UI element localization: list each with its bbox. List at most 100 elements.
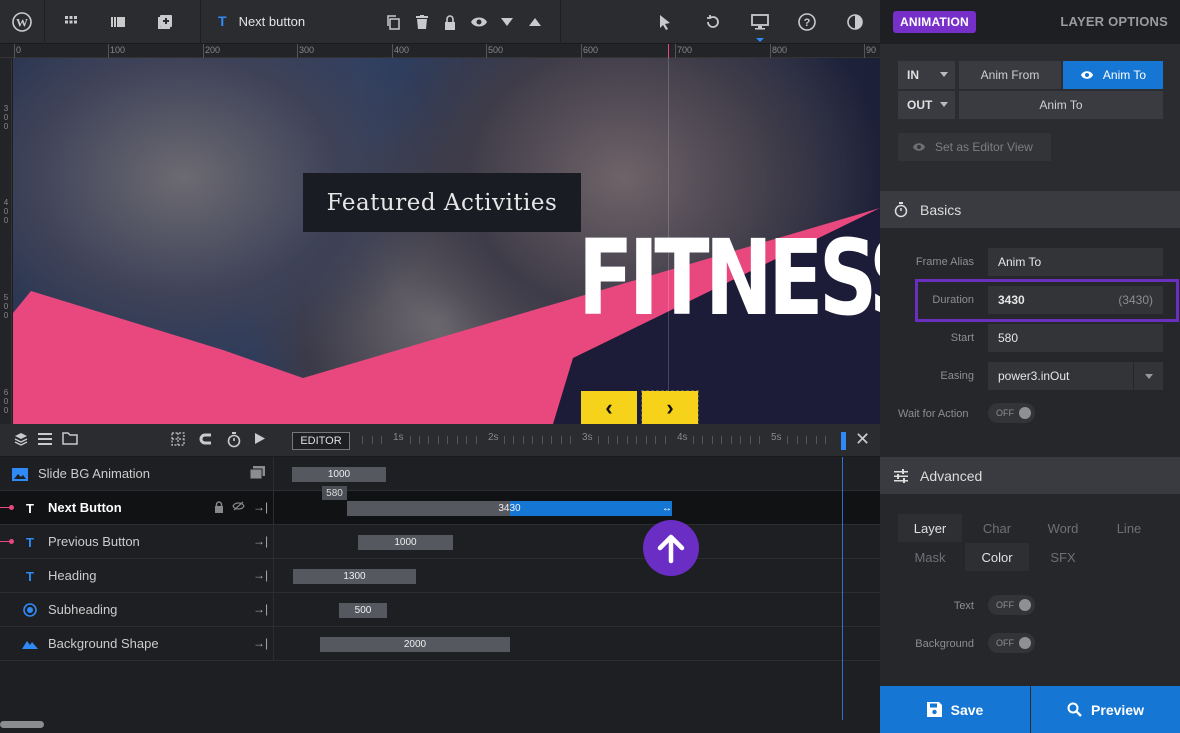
time-mark: 1s (393, 432, 404, 443)
easing-value: power3.inOut (998, 369, 1070, 383)
timeline-playhead[interactable] (842, 457, 843, 720)
basics-title: Basics (920, 201, 962, 218)
out-anim-to-button[interactable]: Anim To (959, 91, 1163, 119)
slide-canvas[interactable]: Featured Activities FITNESS ‹ › (13, 58, 880, 424)
horizontal-scrollbar[interactable] (0, 721, 44, 728)
stopwatch-icon[interactable] (227, 432, 241, 451)
chip-word[interactable]: Word (1031, 514, 1095, 542)
end-marker-icon[interactable]: →| (253, 534, 268, 548)
save-disk-icon (926, 702, 942, 717)
grid-snap-icon[interactable] (171, 432, 185, 449)
heading-layer[interactable]: FITNESS (578, 226, 880, 330)
eye-icon (913, 143, 925, 151)
basics-section-header[interactable]: Basics (880, 191, 1180, 228)
timeline-bar-selected[interactable]: 3430 (347, 501, 672, 516)
list-icon[interactable] (38, 432, 52, 448)
grid-icon[interactable] (56, 0, 86, 44)
lock-icon[interactable] (438, 0, 462, 44)
next-button-layer[interactable]: › (641, 390, 699, 424)
in-dropdown[interactable]: IN (898, 61, 955, 89)
timeline-bar[interactable]: 1000 (292, 467, 386, 482)
folder-icon[interactable] (62, 432, 78, 448)
visibility-eye-icon[interactable] (466, 0, 492, 44)
timeline-end-marker[interactable] (841, 432, 846, 450)
timeline-row-next-button[interactable]: T Next Button →| 3430 ↔ (0, 491, 880, 525)
selected-layer-name[interactable]: T Next button (218, 13, 305, 29)
delete-icon[interactable] (410, 0, 434, 44)
contrast-icon[interactable] (842, 0, 868, 44)
start-input[interactable]: 580 (988, 324, 1163, 352)
start-label: Start (950, 332, 974, 344)
tab-animation[interactable]: ANIMATION (893, 11, 976, 33)
frame-alias-input[interactable]: Anim To (988, 248, 1163, 276)
start-value: 580 (998, 331, 1019, 345)
previous-button-layer[interactable]: ‹ (581, 391, 637, 424)
eye-icon (1080, 71, 1093, 79)
move-up-icon[interactable] (524, 0, 546, 44)
chip-sfx[interactable]: SFX (1031, 543, 1095, 571)
out-dropdown[interactable]: OUT (898, 91, 955, 119)
chip-color[interactable]: Color (965, 543, 1029, 571)
text-toggle[interactable]: OFF (988, 595, 1035, 615)
timeline-bar[interactable]: 1000 (358, 535, 453, 550)
end-marker-icon[interactable]: →| (253, 568, 268, 582)
toggle-state: OFF (996, 408, 1014, 418)
vertical-ruler: 3 0 0 4 0 0 5 0 0 6 0 0 (0, 58, 12, 424)
timeline-row-previous-button[interactable]: T Previous Button →| 1000 (0, 525, 880, 559)
svg-text:W: W (16, 16, 28, 30)
set-editor-view-button[interactable]: Set as Editor View (898, 133, 1051, 161)
ruler-mark: 90 (866, 45, 877, 55)
timeline-header: EDITOR 1s 2s 3s 4s 5s ✕ (0, 424, 880, 457)
ruler-guide-marker[interactable] (668, 44, 669, 58)
sliders-icon (894, 468, 908, 483)
time-mark: 2s (488, 432, 499, 443)
wait-for-action-toggle[interactable]: OFF (988, 403, 1035, 423)
subheading-layer[interactable]: Featured Activities (303, 173, 581, 232)
background-toggle[interactable]: OFF (988, 633, 1035, 653)
chip-layer[interactable]: Layer (898, 514, 962, 542)
timeline-row-slide-bg[interactable]: Slide BG Animation 1000 (0, 457, 880, 491)
wordpress-logo-icon[interactable]: W (0, 0, 44, 44)
tab-layer-options[interactable]: LAYER OPTIONS (1060, 14, 1168, 29)
close-icon[interactable]: ✕ (855, 429, 870, 450)
add-slide-icon[interactable] (150, 0, 180, 44)
keyframe-dot (9, 539, 14, 544)
timeline-bar[interactable]: 500 (339, 603, 387, 618)
chip-mask[interactable]: Mask (898, 543, 962, 571)
help-icon[interactable]: ? (794, 0, 820, 44)
chip-char[interactable]: Char (965, 514, 1029, 542)
anim-to-button[interactable]: Anim To (1063, 61, 1163, 89)
pointer-cursor-icon[interactable] (652, 0, 678, 44)
anim-from-button[interactable]: Anim From (959, 61, 1061, 89)
editor-timeline-tag[interactable]: EDITOR (292, 432, 350, 450)
move-down-icon[interactable] (496, 0, 518, 44)
end-marker-icon[interactable]: →| (253, 500, 268, 514)
timeline-row-subheading[interactable]: Subheading →| 500 (0, 593, 880, 627)
timeline-row-heading[interactable]: T Heading →| 1300 (0, 559, 880, 593)
lock-icon[interactable] (214, 501, 224, 516)
timeline-bar[interactable]: 1300 (293, 569, 416, 584)
chip-line[interactable]: Line (1097, 514, 1161, 542)
layer-settings-panel: ANIMATION LAYER OPTIONS IN Anim From Ani… (880, 0, 1180, 733)
slides-library-icon[interactable] (103, 0, 133, 44)
end-marker-icon[interactable]: →| (253, 636, 268, 650)
images-icon[interactable] (249, 466, 265, 482)
text-layer-icon: T (218, 13, 227, 29)
magnet-icon[interactable] (199, 432, 213, 449)
arrow-up-icon (643, 520, 699, 576)
in-label: IN (907, 68, 919, 82)
easing-select[interactable]: power3.inOut (988, 362, 1163, 390)
resize-handle-icon[interactable]: ↔ (662, 503, 672, 514)
play-icon[interactable] (254, 432, 266, 448)
layers-icon[interactable] (14, 432, 28, 449)
advanced-section-header[interactable]: Advanced (880, 457, 1180, 494)
hidden-eye-icon[interactable] (232, 501, 245, 514)
timeline-bar[interactable]: 2000 (320, 637, 510, 652)
preview-button[interactable]: Preview (1031, 686, 1180, 733)
duplicate-icon[interactable] (381, 0, 405, 44)
timeline-row-background-shape[interactable]: Background Shape →| 2000 (0, 627, 880, 661)
text-label: Text (953, 600, 974, 612)
undo-icon[interactable] (700, 0, 726, 44)
save-button[interactable]: Save (880, 686, 1030, 733)
end-marker-icon[interactable]: →| (253, 602, 268, 616)
